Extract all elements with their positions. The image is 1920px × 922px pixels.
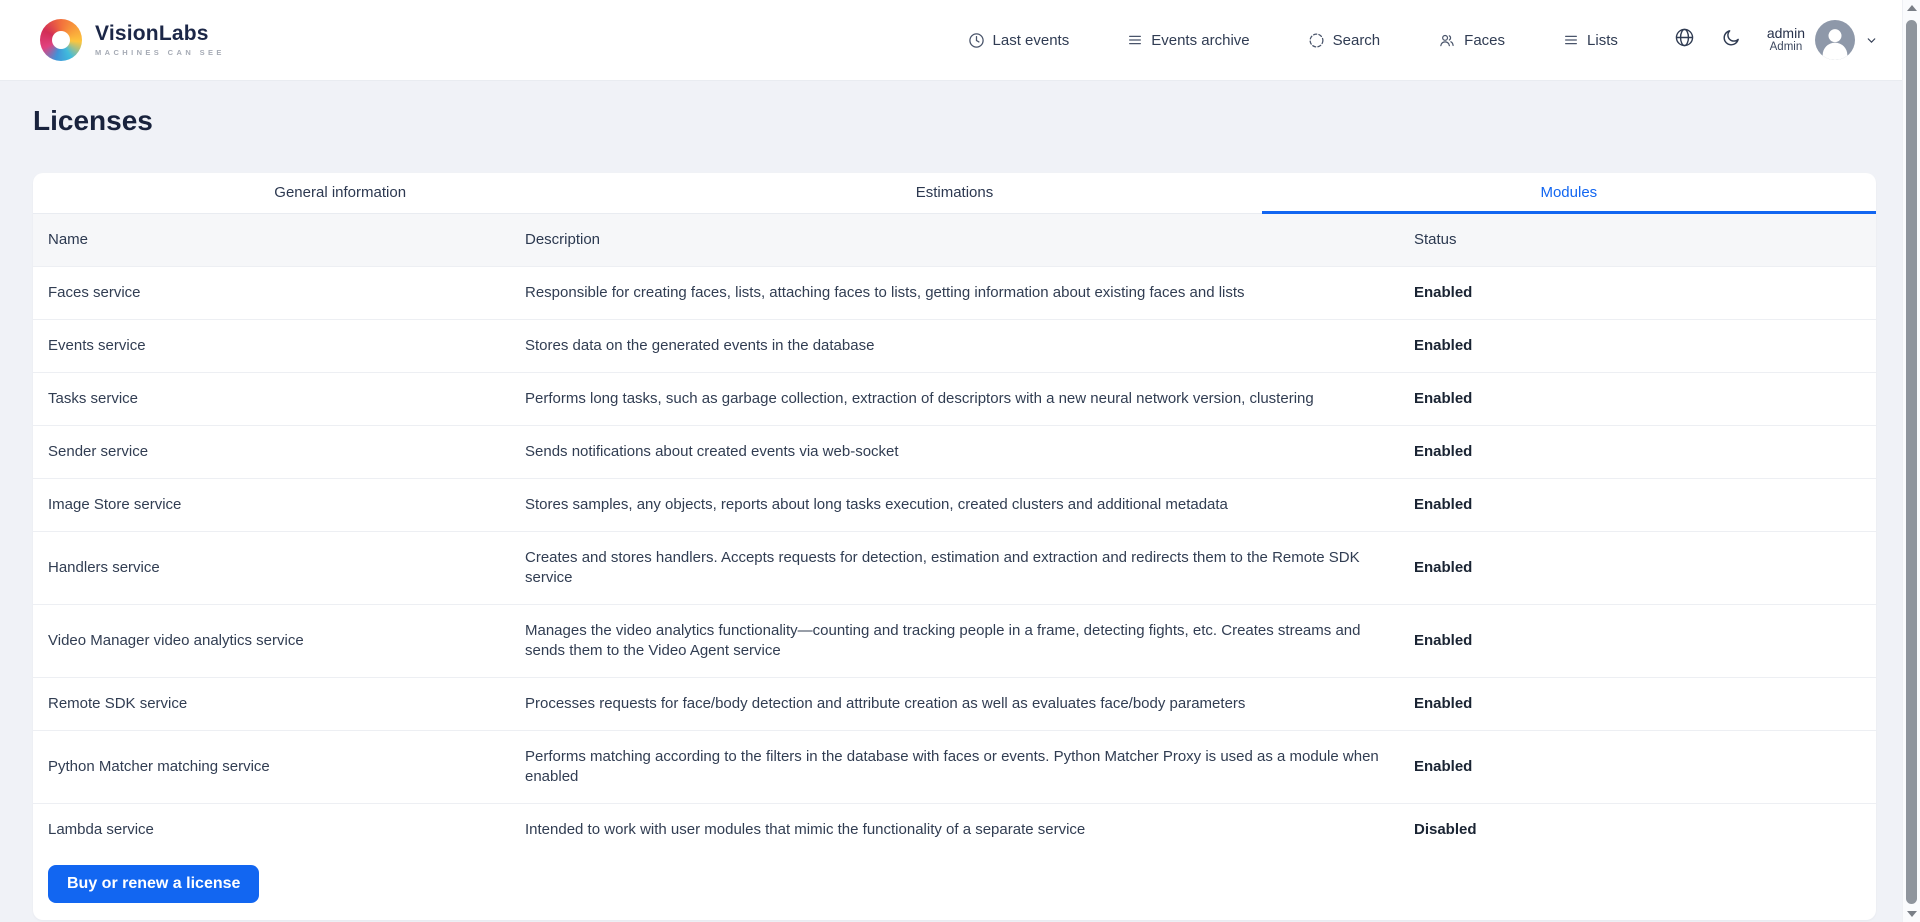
people-icon — [1438, 32, 1456, 49]
table-row: Remote SDK service Processes requests fo… — [33, 678, 1876, 731]
service-name: Video Manager video analytics service — [33, 615, 525, 667]
brand-logo[interactable]: VisionLabs MACHINES CAN SEE — [40, 19, 225, 61]
service-description: Intended to work with user modules that … — [525, 804, 1414, 856]
table-row: Video Manager video analytics service Ma… — [33, 605, 1876, 678]
tab-general-information[interactable]: General information — [33, 173, 647, 213]
tab-estimations[interactable]: Estimations — [647, 173, 1261, 213]
buy-license-button[interactable]: Buy or renew a license — [48, 865, 259, 903]
service-status: Enabled — [1414, 479, 1876, 531]
service-description: Creates and stores handlers. Accepts req… — [525, 532, 1414, 604]
avatar — [1815, 20, 1855, 60]
modules-table: Name Description Status Faces service Re… — [33, 214, 1876, 856]
service-status: Enabled — [1414, 426, 1876, 478]
brand-tagline: MACHINES CAN SEE — [95, 48, 225, 57]
nav-item-label: Search — [1333, 32, 1381, 49]
page-content: Licenses General information Estimations… — [0, 105, 1902, 920]
nav-item-faces[interactable]: Faces — [1438, 32, 1505, 49]
globe-icon — [1674, 27, 1695, 53]
user-role: Admin — [1770, 41, 1803, 54]
nav-item-events-archive[interactable]: Events archive — [1127, 32, 1249, 49]
person-icon — [1815, 20, 1855, 60]
service-status: Enabled — [1414, 741, 1876, 793]
user-name: admin — [1767, 25, 1805, 41]
main-nav: Last events Events archive Search Faces … — [968, 32, 1618, 49]
service-name: Events service — [33, 320, 525, 372]
list-icon — [1127, 32, 1143, 48]
service-status: Disabled — [1414, 804, 1876, 856]
brand-name: VisionLabs — [95, 23, 225, 45]
column-header-status: Status — [1414, 214, 1876, 266]
service-description: Manages the video analytics functionalit… — [525, 605, 1414, 677]
column-header-description: Description — [525, 214, 1414, 266]
scroll-down-arrow[interactable] — [1903, 906, 1920, 922]
language-button[interactable] — [1674, 27, 1695, 53]
clock-icon — [968, 32, 985, 49]
table-header-row: Name Description Status — [33, 214, 1876, 267]
chevron-down-icon — [1865, 34, 1878, 47]
visionlabs-logo-icon — [40, 19, 82, 61]
service-description: Responsible for creating faces, lists, a… — [525, 267, 1414, 319]
service-status: Enabled — [1414, 678, 1876, 730]
user-menu[interactable]: admin Admin — [1767, 20, 1878, 60]
service-status: Enabled — [1414, 542, 1876, 594]
service-description: Sends notifications about created events… — [525, 426, 1414, 478]
service-status: Enabled — [1414, 267, 1876, 319]
list-icon — [1563, 32, 1579, 48]
table-row: Events service Stores data on the genera… — [33, 320, 1876, 373]
service-name: Sender service — [33, 426, 525, 478]
table-row: Handlers service Creates and stores hand… — [33, 532, 1876, 605]
card-footer: Buy or renew a license — [33, 856, 1876, 920]
service-description: Stores data on the generated events in t… — [525, 320, 1414, 372]
service-name: Image Store service — [33, 479, 525, 531]
nav-item-label: Last events — [993, 32, 1070, 49]
nav-item-last-events[interactable]: Last events — [968, 32, 1070, 49]
tab-bar: General information Estimations Modules — [33, 173, 1876, 214]
nav-item-label: Lists — [1587, 32, 1618, 49]
service-name: Faces service — [33, 267, 525, 319]
table-row: Image Store service Stores samples, any … — [33, 479, 1876, 532]
nav-item-search[interactable]: Search — [1308, 32, 1381, 49]
service-name: Handlers service — [33, 542, 525, 594]
dark-mode-toggle[interactable] — [1721, 28, 1741, 53]
dashed-circle-icon — [1308, 32, 1325, 49]
top-header: VisionLabs MACHINES CAN SEE Last events … — [0, 0, 1902, 80]
service-description: Performs matching according to the filte… — [525, 731, 1414, 803]
table-row: Tasks service Performs long tasks, such … — [33, 373, 1876, 426]
table-row: Sender service Sends notifications about… — [33, 426, 1876, 479]
header-right-cluster: admin Admin — [1674, 20, 1878, 60]
nav-item-label: Faces — [1464, 32, 1505, 49]
service-description: Processes requests for face/body detecti… — [525, 678, 1414, 730]
scrollbar-thumb[interactable] — [1906, 20, 1917, 904]
service-status: Enabled — [1414, 615, 1876, 667]
service-description: Performs long tasks, such as garbage col… — [525, 373, 1414, 425]
scroll-up-arrow[interactable] — [1903, 0, 1920, 16]
service-status: Enabled — [1414, 373, 1876, 425]
nav-item-label: Events archive — [1151, 32, 1249, 49]
column-header-name: Name — [33, 214, 525, 266]
service-name: Python Matcher matching service — [33, 741, 525, 793]
service-name: Remote SDK service — [33, 678, 525, 730]
service-description: Stores samples, any objects, reports abo… — [525, 479, 1414, 531]
tab-modules[interactable]: Modules — [1262, 173, 1876, 213]
service-status: Enabled — [1414, 320, 1876, 372]
table-row: Python Matcher matching service Performs… — [33, 731, 1876, 804]
moon-icon — [1721, 28, 1741, 53]
table-row: Faces service Responsible for creating f… — [33, 267, 1876, 320]
page-title: Licenses — [33, 105, 1902, 137]
service-name: Lambda service — [33, 804, 525, 856]
service-name: Tasks service — [33, 373, 525, 425]
nav-item-lists[interactable]: Lists — [1563, 32, 1618, 49]
licenses-card: General information Estimations Modules … — [33, 173, 1876, 920]
vertical-scrollbar[interactable] — [1902, 0, 1920, 922]
table-row: Lambda service Intended to work with use… — [33, 804, 1876, 856]
